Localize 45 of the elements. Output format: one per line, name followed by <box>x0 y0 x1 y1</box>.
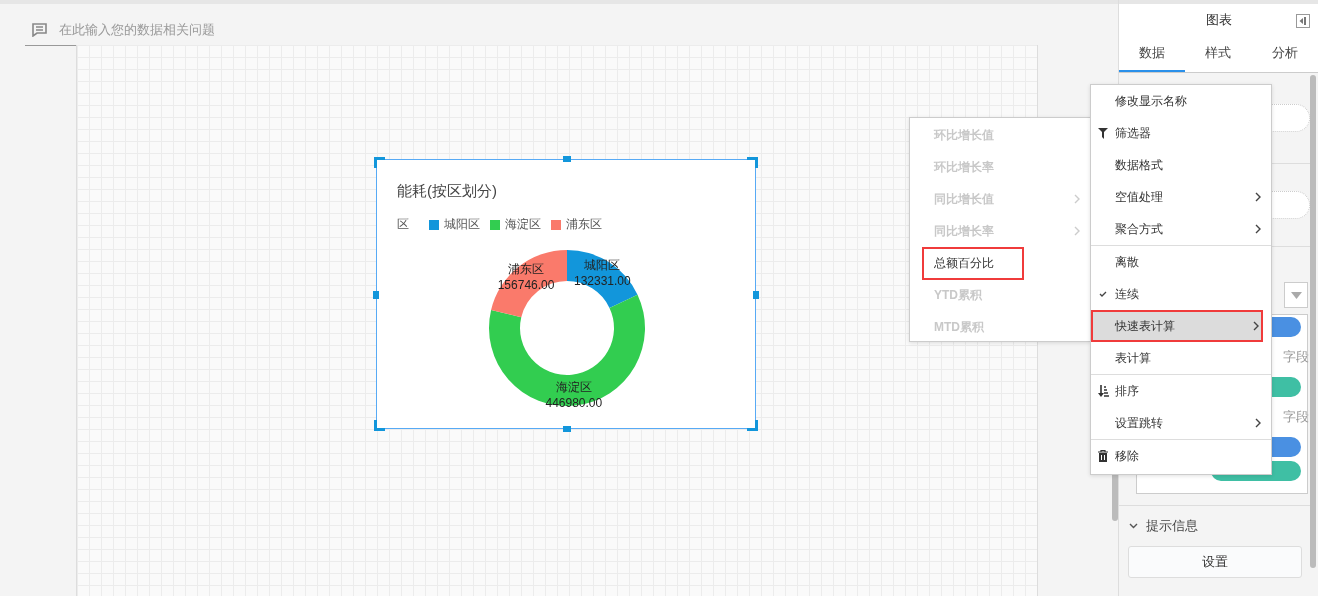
resize-handle[interactable] <box>563 426 571 432</box>
menu-item[interactable]: 表计算 <box>1091 342 1271 375</box>
menu-item[interactable]: 修改显示名称 <box>1091 85 1271 117</box>
chevron-icon <box>1129 523 1138 529</box>
field-note: 字段 <box>1283 348 1309 366</box>
menu-item[interactable]: 移除 <box>1091 440 1271 472</box>
field-note: 字段 <box>1283 408 1309 426</box>
menu-item[interactable]: 离散 <box>1091 246 1271 278</box>
legend-label: 城阳区 <box>444 216 480 233</box>
resize-handle[interactable] <box>373 291 379 299</box>
menu-item[interactable]: 排序 <box>1091 375 1271 407</box>
menu-item[interactable]: 设置跳转 <box>1091 407 1271 440</box>
slice-label: 海淀区 <box>555 379 592 394</box>
section-header[interactable]: 提示信息 <box>1119 506 1310 546</box>
resize-handle[interactable] <box>747 157 758 168</box>
chart-title: 能耗(按区划分) <box>397 182 497 201</box>
question-placeholder: 在此输入您的数据相关问题 <box>59 21 215 39</box>
comment-icon <box>32 23 47 37</box>
legend-label: 海淀区 <box>505 216 541 233</box>
collapse-icon[interactable] <box>1296 14 1310 28</box>
resize-handle[interactable] <box>374 420 385 431</box>
filter-icon <box>1098 127 1108 139</box>
menu-item[interactable]: 连续 <box>1091 278 1271 310</box>
menu-item[interactable]: 空值处理 <box>1091 181 1271 213</box>
sort-icon <box>1097 385 1109 397</box>
menu-item[interactable]: 聚合方式 <box>1091 213 1271 246</box>
legend-label: 浦东区 <box>566 216 602 233</box>
dropdown-field[interactable] <box>1284 282 1308 308</box>
panel-tab[interactable]: 分析 <box>1251 36 1318 72</box>
trash-icon <box>1098 450 1108 462</box>
scrollbar[interactable] <box>1310 75 1316 568</box>
resize-handle[interactable] <box>747 420 758 431</box>
settings-button[interactable]: 设置 <box>1128 546 1302 578</box>
panel-title: 图表 <box>1205 11 1232 29</box>
menu-item[interactable]: 筛选器 <box>1091 117 1271 149</box>
panel-tab[interactable]: 样式 <box>1185 36 1252 72</box>
resize-handle[interactable] <box>563 156 571 162</box>
legend-title: 区 <box>397 216 409 233</box>
dropdown-arrow-icon <box>1290 291 1302 299</box>
menu-item[interactable]: 数据格式 <box>1091 149 1271 181</box>
resize-handle[interactable] <box>374 157 385 168</box>
resize-handle[interactable] <box>753 291 759 299</box>
check-icon <box>1099 291 1107 297</box>
section-label: 提示信息 <box>1146 517 1198 535</box>
menu-item[interactable]: 快速表计算 <box>1091 310 1263 342</box>
